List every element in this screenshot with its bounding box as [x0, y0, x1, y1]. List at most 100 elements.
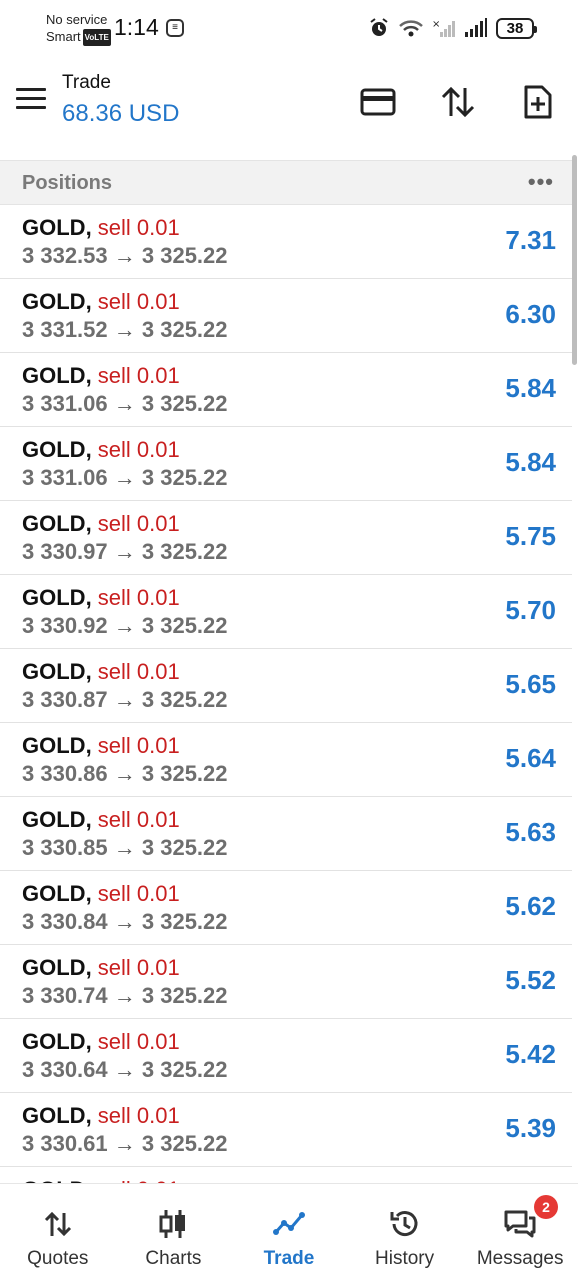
position-row[interactable]: GOLD, sell 0.01 3 331.06 → 3 325.22 5.84 — [0, 353, 572, 427]
open-price: 3 330.64 — [22, 1057, 108, 1082]
position-side: sell 0.01 — [97, 881, 180, 906]
trade-icon — [272, 1212, 305, 1235]
new-order-icon — [524, 85, 552, 119]
position-profit: 6.30 — [505, 299, 556, 329]
position-profit: 5.65 — [505, 669, 556, 699]
position-profit: 5.75 — [505, 521, 556, 551]
current-price: 3 325.22 — [141, 761, 228, 786]
current-price: 3 325.22 — [141, 465, 228, 490]
position-row[interactable]: GOLD, sell 0.01 3 330.87 → 3 325.22 5.65 — [0, 649, 572, 723]
carrier-name: Smart — [46, 29, 81, 44]
arrow-right-icon: → — [107, 835, 142, 860]
charts-icon — [159, 1210, 186, 1238]
messages-icon — [504, 1210, 536, 1238]
positions-list: GOLD, sell 0.01 3 332.53 → 3 325.22 7.31 GO… — [0, 205, 572, 1183]
position-symbol: GOLD — [22, 511, 86, 536]
clock: 1:14 — [114, 14, 159, 40]
position-row[interactable]: GOLD, sell 0.01 3 330.92 → 3 325.22 5.70 — [0, 575, 572, 649]
nav-charts[interactable]: Charts — [116, 1184, 232, 1280]
positions-section-header: Positions ••• — [0, 160, 572, 205]
scrollbar[interactable] — [572, 155, 577, 365]
arrow-right-icon: → — [107, 465, 142, 490]
nav-messages[interactable]: 2 Messages — [462, 1184, 578, 1280]
position-side: sell 0.01 — [97, 363, 180, 388]
new-order-button[interactable] — [518, 82, 558, 122]
open-price: 3 330.61 — [22, 1131, 108, 1156]
position-profit: 5.64 — [505, 743, 556, 773]
signal-icon — [465, 18, 487, 37]
status-icons: × 38 — [368, 17, 537, 39]
position-profit: 5.52 — [505, 965, 556, 995]
position-row[interactable]: GOLD, sell 0.01 3 330.84 → 3 325.22 5.62 — [0, 871, 572, 945]
nav-history[interactable]: History — [347, 1184, 463, 1280]
menu-icon[interactable] — [16, 88, 46, 110]
current-price: 3 325.22 — [141, 835, 228, 860]
arrow-right-icon: → — [107, 317, 142, 342]
position-row[interactable]: GOLD, sell 0.01 3 330.86 → 3 325.22 5.64 — [0, 723, 572, 797]
sort-button[interactable] — [438, 82, 478, 122]
position-side: sell 0.01 — [97, 437, 180, 462]
section-title: Positions — [22, 172, 113, 194]
nav-trade[interactable]: Trade — [231, 1184, 347, 1280]
card-icon — [360, 88, 396, 116]
nav-label: Trade — [263, 1248, 315, 1269]
position-symbol: GOLD — [22, 955, 86, 980]
nav-quotes[interactable]: Quotes — [0, 1184, 116, 1280]
carrier-info: No service Smart VoLTE — [46, 11, 111, 46]
open-price: 3 330.84 — [22, 909, 108, 934]
position-row[interactable]: GOLD, sell 0.01 3 330.61 → 3 325.22 5.39 — [0, 1093, 572, 1167]
open-price: 3 330.97 — [22, 539, 108, 564]
alarm-icon — [370, 18, 388, 36]
position-profit: 5.63 — [505, 817, 556, 847]
bottom-nav: Quotes Charts Trade History 2 Messages — [0, 1183, 578, 1280]
unread-badge: 2 — [534, 1195, 559, 1219]
arrow-right-icon: → — [107, 1057, 142, 1082]
history-icon — [390, 1211, 418, 1237]
position-profit: 5.84 — [505, 373, 556, 403]
position-profit: 7.31 — [505, 225, 556, 255]
position-symbol: GOLD — [22, 881, 86, 906]
open-price: 3 331.06 — [22, 465, 108, 490]
position-row[interactable]: GOLD, sell 0.01 3 330.74 → 3 325.22 5.52 — [0, 945, 572, 1019]
signal-off-icon: × — [432, 19, 455, 37]
arrow-right-icon: → — [107, 243, 142, 268]
open-price: 3 332.53 — [22, 243, 108, 268]
position-symbol: GOLD — [22, 363, 86, 388]
status-bar: No service Smart VoLTE 1:14 ≡ × 38 — [0, 0, 578, 56]
nav-label: Messages — [476, 1248, 564, 1269]
position-row[interactable]: GOLD, sell 0.01 3 330.97 → 3 325.22 5.75 — [0, 501, 572, 575]
arrow-right-icon: → — [107, 909, 142, 934]
position-row[interactable]: GOLD, sell 0.01 3 330.64 → 3 325.22 5.42 — [0, 1019, 572, 1093]
arrow-right-icon: → — [107, 1131, 142, 1156]
open-price: 3 330.87 — [22, 687, 108, 712]
position-row[interactable]: GOLD, sell 0.01 3 330.85 → 3 325.22 5.63 — [0, 797, 572, 871]
arrow-right-icon: → — [107, 983, 142, 1008]
position-row[interactable]: GOLD, sell 0.01 3 332.53 → 3 325.22 7.31 — [0, 205, 572, 279]
volte-badge: VoLTE — [82, 29, 111, 46]
position-side: sell 0.01 — [97, 511, 180, 536]
current-price: 3 325.22 — [141, 317, 228, 342]
position-symbol: GOLD — [22, 659, 86, 684]
current-price: 3 325.22 — [141, 909, 228, 934]
position-profit: 5.42 — [505, 1039, 556, 1069]
page-title: Trade — [62, 72, 111, 93]
position-profit: 5.39 — [505, 1113, 556, 1143]
position-side: sell 0.01 — [97, 585, 180, 610]
position-symbol: GOLD — [22, 1103, 86, 1128]
more-options-icon[interactable]: ••• — [528, 171, 554, 193]
position-symbol: GOLD — [22, 585, 86, 610]
position-row[interactable]: GOLD, sell 0.01 3 331.52 → 3 325.22 6.30 — [0, 279, 572, 353]
current-price: 3 325.22 — [141, 243, 228, 268]
nav-label: Quotes — [27, 1248, 89, 1269]
position-profit: 5.62 — [505, 891, 556, 921]
deposit-button[interactable] — [358, 82, 398, 122]
position-row[interactable]: GOLD, sell 0.01 — [0, 1167, 572, 1183]
sort-icon — [441, 86, 475, 118]
current-price: 3 325.22 — [141, 983, 228, 1008]
battery-icon: 38 — [496, 17, 537, 39]
open-price: 3 330.92 — [22, 613, 108, 638]
current-price: 3 325.22 — [141, 687, 228, 712]
app-header: Trade 68.36 USD — [0, 60, 578, 156]
position-row[interactable]: GOLD, sell 0.01 3 331.06 → 3 325.22 5.84 — [0, 427, 572, 501]
position-side: sell 0.01 — [97, 1029, 180, 1054]
